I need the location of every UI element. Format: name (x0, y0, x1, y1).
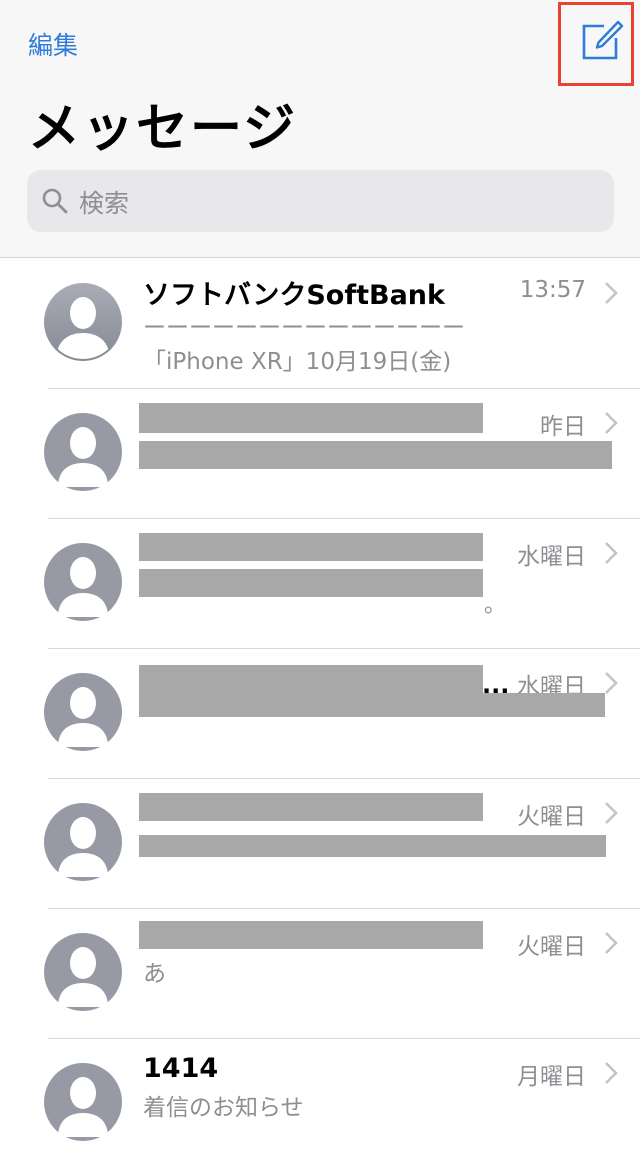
navigation-header: 編集 メッセージ 検索 (0, 0, 640, 258)
person-avatar-icon (44, 933, 122, 1011)
chevron-right-icon (605, 542, 618, 564)
message-preview: ーーーーーーーーーーーーーー 「iPhone XR」10月19日(金) (143, 315, 465, 375)
redacted-name (139, 665, 483, 693)
person-avatar-icon (44, 543, 122, 621)
chevron-right-icon (605, 802, 618, 824)
search-placeholder: 検索 (79, 189, 130, 218)
timestamp: 月曜日 (517, 1064, 586, 1090)
conversation-row[interactable]: 1414 月曜日 着信のお知らせ (0, 1039, 640, 1169)
conversation-row[interactable]: ... 水曜日 (0, 649, 640, 779)
chevron-right-icon (605, 1062, 618, 1084)
contact-name: 1414 (143, 1053, 219, 1084)
person-avatar-icon (44, 413, 122, 491)
page-title: メッセージ (28, 99, 297, 159)
compose-icon[interactable] (578, 18, 624, 64)
redacted-preview (139, 441, 612, 469)
redacted-name (139, 533, 483, 561)
timestamp: 13:57 (519, 277, 586, 303)
timestamp: 火曜日 (517, 804, 586, 830)
timestamp: 火曜日 (517, 934, 586, 960)
redacted-preview (139, 693, 605, 717)
redacted-name (139, 793, 483, 821)
contact-name: ソフトバンクSoftBank (143, 280, 445, 311)
chevron-right-icon (605, 932, 618, 954)
redacted-name (139, 921, 483, 949)
timestamp: 昨日 (540, 414, 586, 440)
redacted-name (139, 403, 483, 433)
person-avatar-icon (44, 803, 122, 881)
preview-tail: 。 (484, 593, 507, 618)
redacted-preview (139, 835, 606, 857)
person-avatar-icon (44, 673, 122, 751)
timestamp: 水曜日 (517, 544, 586, 570)
search-icon (42, 188, 68, 214)
conversation-row[interactable]: 水曜日 。 (0, 519, 640, 649)
redacted-preview (139, 569, 483, 597)
message-preview: 着信のお知らせ (143, 1095, 304, 1121)
chevron-right-icon (605, 282, 618, 304)
edit-button[interactable]: 編集 (28, 26, 78, 62)
conversation-list: ソフトバンクSoftBank 13:57 ーーーーーーーーーーーーーー 「iPh… (0, 259, 640, 1169)
message-preview: あ (143, 961, 166, 987)
search-field[interactable]: 検索 (27, 170, 614, 232)
person-avatar-icon (44, 1063, 122, 1141)
conversation-row[interactable]: 火曜日 あ (0, 909, 640, 1039)
conversation-row[interactable]: ソフトバンクSoftBank 13:57 ーーーーーーーーーーーーーー 「iPh… (0, 259, 640, 389)
chevron-right-icon (605, 412, 618, 434)
conversation-row[interactable]: 火曜日 (0, 779, 640, 909)
chevron-right-icon (605, 672, 618, 694)
person-avatar-icon (44, 283, 122, 361)
conversation-row[interactable]: 昨日 (0, 389, 640, 519)
